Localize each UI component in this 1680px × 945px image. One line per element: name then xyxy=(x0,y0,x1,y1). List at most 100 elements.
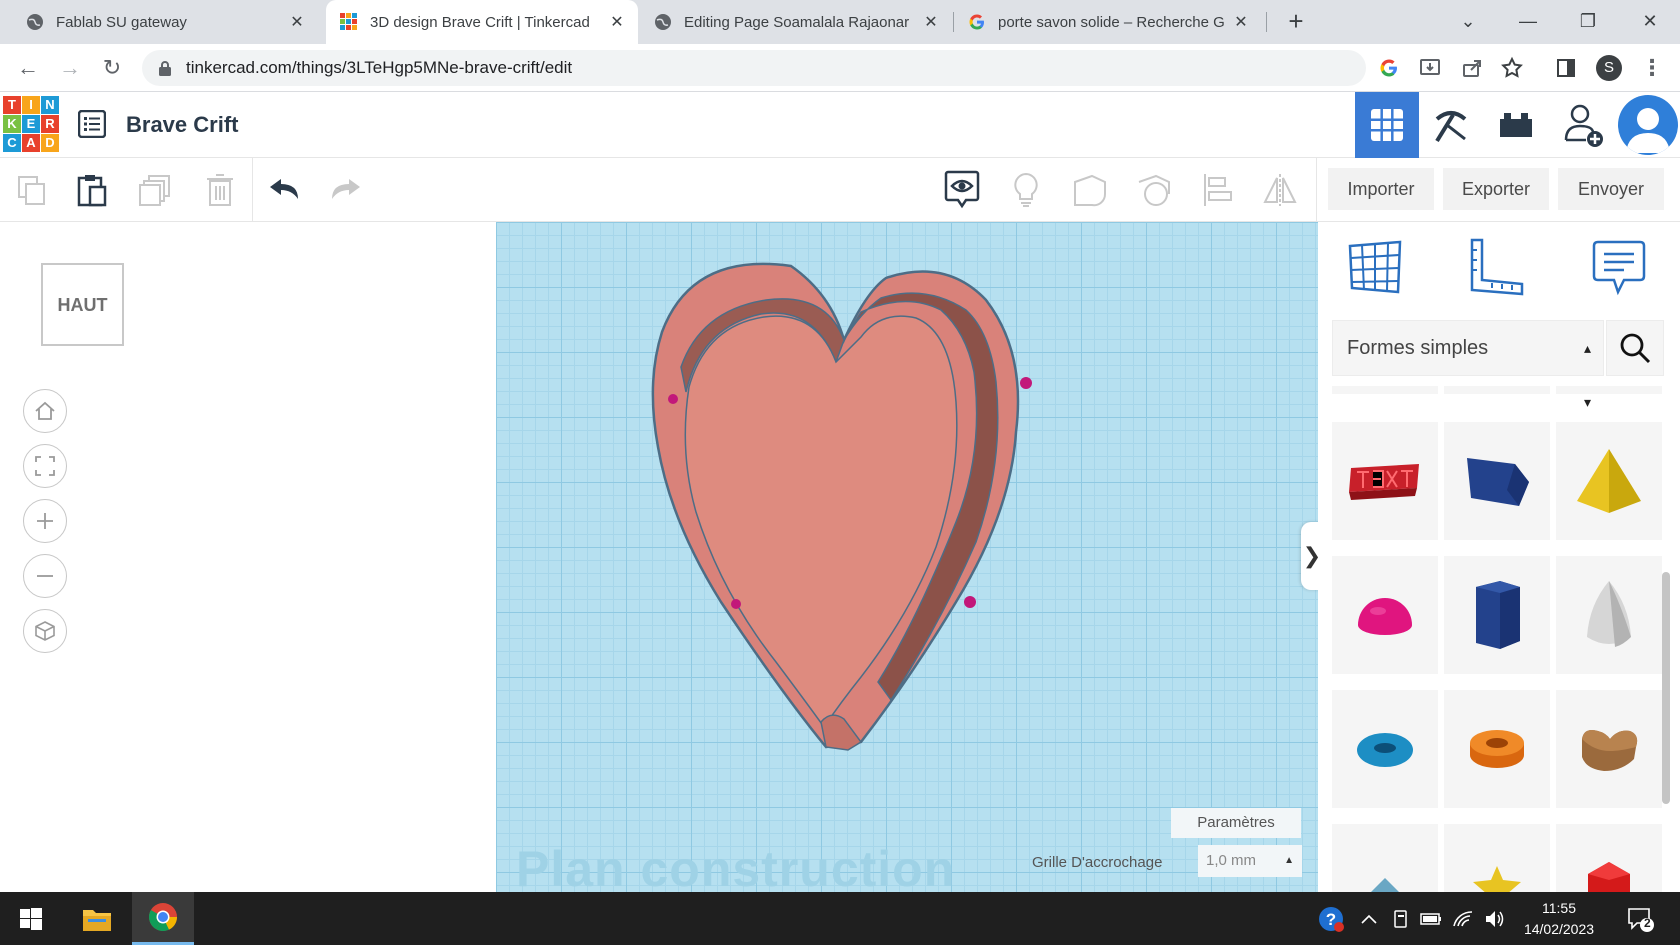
shape-tile-heart[interactable] xyxy=(1556,690,1662,808)
help-icon[interactable]: ? xyxy=(1318,906,1344,932)
export-button[interactable]: Exporter xyxy=(1443,168,1549,210)
workplane[interactable]: Plan construction Paramètres Grille D'ac… xyxy=(496,222,1318,892)
start-button[interactable] xyxy=(0,892,62,945)
mirror-button[interactable] xyxy=(1258,168,1302,212)
forward-arrow-icon[interactable]: → xyxy=(56,54,84,82)
close-tab-icon[interactable]: ✕ xyxy=(288,12,306,32)
ungroup-button[interactable] xyxy=(1132,168,1176,212)
chrome-taskbar-button[interactable] xyxy=(132,892,194,945)
undo-button[interactable] xyxy=(262,168,306,212)
browser-tab-active[interactable]: 3D design Brave Crift | Tinkercad ✕ xyxy=(326,0,638,44)
device-icon[interactable] xyxy=(1390,908,1412,930)
tinkercad-header: TIN KER CAD Brave Crift xyxy=(0,92,1680,158)
tinkercad-logo[interactable]: TIN KER CAD xyxy=(3,96,59,152)
view-cube[interactable]: HAUT xyxy=(41,263,124,346)
restore-window-button[interactable]: ❐ xyxy=(1568,6,1608,36)
shape-tile-tube[interactable] xyxy=(1444,690,1550,808)
install-app-icon[interactable] xyxy=(1418,56,1442,80)
workplane-icon[interactable] xyxy=(1344,236,1406,298)
close-tab-icon[interactable]: ✕ xyxy=(608,12,626,32)
tab-separator xyxy=(953,12,954,32)
notes-icon[interactable] xyxy=(1588,236,1650,298)
browser-tab[interactable]: Editing Page Soamalala Rajaonar ✕ xyxy=(646,0,952,44)
globe-icon xyxy=(27,14,43,30)
bricks-button[interactable] xyxy=(1484,92,1548,158)
show-all-button[interactable] xyxy=(940,168,984,212)
shape-tile[interactable] xyxy=(1556,386,1662,394)
tab-search-chevron-icon[interactable]: ⌄ xyxy=(1448,6,1488,36)
shapes-panel: Formes simples ▴ ▾ xyxy=(1318,222,1680,894)
fit-view-button[interactable] xyxy=(23,444,67,488)
back-arrow-icon[interactable]: ← xyxy=(14,54,42,82)
design-title[interactable]: Brave Crift xyxy=(126,112,238,138)
shapes-scrollbar[interactable] xyxy=(1662,572,1670,804)
zoom-in-button[interactable] xyxy=(23,499,67,543)
group-button[interactable] xyxy=(1068,168,1112,212)
url-field[interactable]: tinkercad.com/things/3LTeHgp5MNe-brave-c… xyxy=(142,50,1366,86)
blocks-button[interactable] xyxy=(1419,92,1483,158)
paraboloid-shape-icon xyxy=(1587,581,1631,647)
kebab-menu-icon[interactable]: ⋮ xyxy=(1638,54,1666,82)
chevron-up-icon[interactable] xyxy=(1358,908,1380,930)
battery-icon[interactable] xyxy=(1420,908,1442,930)
new-tab-button[interactable]: + xyxy=(1282,8,1310,36)
paste-button[interactable] xyxy=(70,168,114,212)
shape-tile[interactable] xyxy=(1444,824,1550,894)
snap-grid-select[interactable]: 1,0 mm ▲ xyxy=(1198,845,1302,877)
delete-button[interactable] xyxy=(198,168,242,212)
bookmark-star-icon[interactable] xyxy=(1500,56,1524,80)
side-panel-icon[interactable] xyxy=(1554,56,1578,80)
shape-tile-half-sphere[interactable] xyxy=(1332,556,1438,674)
toolbar-divider xyxy=(1316,158,1317,222)
shape-tile[interactable] xyxy=(1332,386,1438,394)
heart-shape[interactable] xyxy=(496,222,1318,892)
settings-button[interactable]: Paramètres xyxy=(1171,808,1301,838)
copy-button[interactable] xyxy=(10,168,54,212)
shape-tile-torus[interactable] xyxy=(1332,690,1438,808)
system-clock[interactable]: 11:55 14/02/2023 xyxy=(1518,898,1600,940)
close-tab-icon[interactable]: ✕ xyxy=(1232,12,1250,32)
shape-category-select[interactable]: Formes simples ▴ ▾ xyxy=(1332,320,1604,410)
redo-button[interactable] xyxy=(324,168,368,212)
minimize-window-button[interactable]: — xyxy=(1508,6,1548,36)
close-tab-icon[interactable]: ✕ xyxy=(922,12,940,32)
share-icon[interactable] xyxy=(1460,56,1484,80)
shape-tile-paraboloid[interactable] xyxy=(1556,556,1662,674)
wifi-icon[interactable] xyxy=(1452,908,1474,930)
logo-letter: R xyxy=(41,115,59,133)
sort-arrows-icon: ▴ ▾ xyxy=(1583,340,1591,410)
shape-tile[interactable] xyxy=(1556,824,1662,894)
profile-avatar[interactable]: S xyxy=(1596,55,1622,81)
shape-tile-text[interactable] xyxy=(1332,422,1438,540)
reload-icon[interactable]: ↻ xyxy=(98,54,126,82)
invite-user-button[interactable] xyxy=(1552,92,1616,158)
close-window-button[interactable]: ✕ xyxy=(1630,6,1670,36)
zoom-out-button[interactable] xyxy=(23,554,67,598)
shape-tile[interactable] xyxy=(1332,824,1438,892)
shape-search-button[interactable] xyxy=(1606,320,1664,376)
send-button[interactable]: Envoyer xyxy=(1558,168,1664,210)
windows-logo-icon xyxy=(20,907,42,930)
design-menu-icon[interactable] xyxy=(78,110,106,138)
hint-button[interactable] xyxy=(1004,168,1048,212)
user-avatar[interactable] xyxy=(1618,95,1678,155)
file-explorer-button[interactable] xyxy=(66,892,128,945)
ortho-view-button[interactable] xyxy=(23,609,67,653)
shape-tile[interactable] xyxy=(1444,386,1550,394)
align-icon xyxy=(1204,174,1232,206)
shape-tile-polygon[interactable] xyxy=(1444,556,1550,674)
ruler-icon[interactable] xyxy=(1466,236,1528,298)
duplicate-button[interactable] xyxy=(134,168,178,212)
google-lens-icon[interactable] xyxy=(1377,56,1401,80)
shape-tile-pyramid[interactable] xyxy=(1556,422,1662,540)
browser-tab[interactable]: porte savon solide – Recherche G ✕ xyxy=(960,0,1262,44)
shape-tile-box[interactable] xyxy=(1444,422,1550,540)
3d-view-button[interactable] xyxy=(1355,92,1419,158)
align-button[interactable] xyxy=(1196,168,1240,212)
import-button[interactable]: Importer xyxy=(1328,168,1434,210)
home-view-button[interactable] xyxy=(23,389,67,433)
browser-tab[interactable]: Fablab SU gateway ✕ xyxy=(0,0,318,44)
volume-icon[interactable] xyxy=(1484,908,1506,930)
google-g-icon xyxy=(969,14,984,30)
notifications-button[interactable]: 2 xyxy=(1612,892,1668,945)
